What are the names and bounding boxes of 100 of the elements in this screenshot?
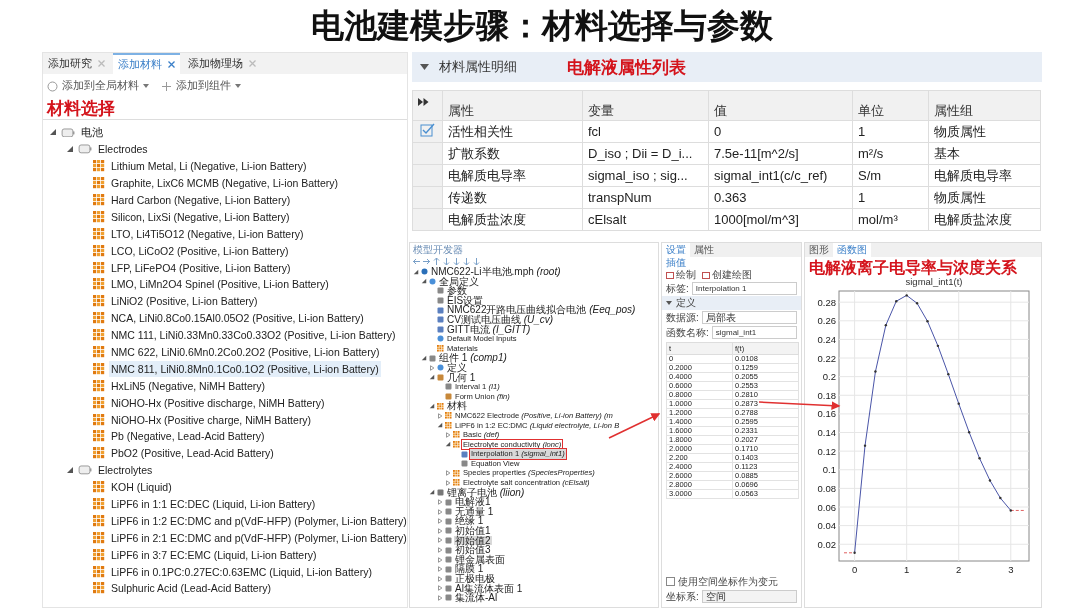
expanded-arrow-icon[interactable] (66, 466, 74, 475)
dropdown[interactable]: 空间 (701, 590, 797, 603)
tree-item[interactable]: NMC 111, LiNi0.33Mn0.33Co0.33O2 (Positive, Li-ion Battery) (109, 327, 398, 344)
tree-item[interactable]: HxLiN5 (Negative, NiMH Battery) (109, 377, 268, 394)
dropdown[interactable]: 局部表 (701, 311, 797, 324)
toolbar-icon[interactable] (453, 258, 460, 265)
tab[interactable]: 添加材料 (113, 53, 180, 74)
tab[interactable]: 函数图 (833, 243, 871, 257)
tree-item[interactable]: 初始值1 (454, 526, 492, 536)
tree-item[interactable]: 初始值2 (454, 535, 492, 546)
tree-item[interactable]: 电解液1 (454, 497, 492, 507)
toolbar-icon[interactable] (423, 258, 430, 265)
section-header[interactable]: 材料属性明细 电解液属性列表 (412, 52, 1042, 82)
y-tick-label: 0.02 (817, 538, 836, 550)
tree-item[interactable]: Electrodes (96, 141, 150, 158)
collapse-arrow-icon[interactable] (420, 63, 429, 71)
toolbar-icon[interactable] (413, 258, 420, 265)
tree-item[interactable]: Lithium Metal, Li (Negative, Li-ion Battery) (109, 158, 309, 175)
y-tick-label: 0.06 (817, 501, 836, 513)
tree-item[interactable]: Hard Carbon (Negative, Li-ion Battery) (109, 192, 293, 208)
tree-item[interactable]: LiPF6 in 0.1PC:0.27EC:0.63EMC (Liquid, Li-ion Battery) (109, 563, 374, 580)
expanded-arrow-icon[interactable] (429, 374, 435, 381)
toolbar-button[interactable]: 创建绘图 (702, 268, 752, 282)
toolbar-icon[interactable] (463, 258, 470, 265)
close-icon[interactable] (98, 60, 105, 67)
data-point (947, 372, 950, 376)
tree-item[interactable]: 全局定义 (438, 276, 480, 287)
tree-item[interactable]: CV测试电压曲线 (U_cv) (446, 314, 555, 325)
toolbar-icon[interactable] (443, 258, 450, 265)
tree-item[interactable]: NiOHO-Hx (Positive discharge, NiMH Battery) (109, 394, 327, 411)
tree-item[interactable]: LiPF6 in 1:1 EC:DEC (Liquid, Li-ion Battery) (109, 496, 318, 513)
tree-item[interactable]: Graphite, LixC6 MCMB (Negative, Li-ion Battery) (109, 175, 340, 192)
tree-item[interactable]: LTO, Li4Ti5O12 (Negative, Li-ion Battery) (109, 225, 306, 242)
expanded-arrow-icon[interactable] (429, 489, 435, 496)
close-icon[interactable] (168, 61, 175, 68)
tree-item[interactable]: 集流体-Al (454, 593, 499, 603)
material-icon (93, 498, 105, 511)
checkbox-icon[interactable] (420, 123, 435, 137)
tab[interactable]: 设置 (662, 243, 690, 257)
data-point (863, 444, 867, 447)
tree-item[interactable]: NCA, LiNi0.8Co0.15Al0.05O2 (Positive, Li-ion Battery) (109, 310, 366, 327)
toolbar-button[interactable]: 添加到组件 (161, 79, 241, 93)
toolbar-button[interactable]: 添加到全局材料 (47, 79, 149, 93)
tree-item[interactable]: 参数 (446, 286, 468, 296)
toolbar-icon[interactable] (473, 258, 480, 265)
expand-all-icon[interactable] (418, 98, 429, 106)
annotation: 电解液属性列表 (567, 56, 686, 79)
tree-item[interactable]: Al集流体表面 1 (454, 583, 524, 594)
tree-item[interactable]: LCO, LiCoO2 (Positive, Li-ion Battery) (109, 242, 291, 259)
tree-item[interactable]: 绝缘 1 (454, 516, 485, 527)
tree-item[interactable]: 锂金属表面 (454, 554, 506, 565)
tree-item[interactable]: GITT电流 (I_GITT) (446, 324, 532, 335)
checkbox[interactable] (666, 577, 675, 586)
tree-item[interactable]: PbO2 (Positive, Lead-Acid Battery) (109, 445, 276, 462)
tree-item[interactable]: 几何 1 (446, 372, 477, 383)
tree-item[interactable]: 正极电极 (454, 574, 496, 584)
tree-item[interactable]: Electrolytes (96, 462, 155, 479)
tree-item[interactable]: 材料 (446, 401, 468, 411)
tree-item[interactable]: NMC 622, LiNi0.6Mn0.2Co0.2O2 (Positive, Li-ion Battery) (109, 344, 382, 360)
tree-item[interactable]: 组件 1 (comp1) (438, 353, 508, 363)
tree-item[interactable]: KOH (Liquid) (109, 479, 174, 496)
tree-item[interactable]: 隔膜 1 (454, 564, 485, 574)
tree-item[interactable]: NMC 811, LiNi0.8Mn0.1Co0.1O2 (Positive, Li-ion Battery) (109, 360, 381, 377)
expanded-arrow-icon[interactable] (421, 355, 427, 362)
tree-item[interactable]: Pb (Negative, Lead-Acid Battery) (109, 428, 267, 445)
tree-item[interactable]: 定义 (446, 362, 468, 373)
tree-item[interactable]: LiPF6 in 3:7 EC:EMC (Liquid, Li-ion Battery) (109, 546, 319, 563)
tree-item[interactable]: Silicon, LixSi (Negative, Li-ion Battery) (109, 208, 292, 225)
tree-item[interactable]: LMO, LiMn2O4 Spinel (Positive, Li-ion Battery) (109, 276, 331, 293)
tree-item[interactable]: 锂离子电池 (liion) (446, 487, 526, 498)
material-icon (93, 177, 105, 190)
battery-folder-icon (61, 127, 75, 138)
node-icon (445, 498, 452, 506)
toolbar-icon[interactable] (433, 258, 440, 265)
tree-item[interactable]: LFP, LiFePO4 (Positive, Li-ion Battery) (109, 259, 293, 276)
tree-item[interactable]: 电池 (79, 124, 105, 141)
expanded-arrow-icon[interactable] (429, 403, 435, 410)
expanded-arrow-icon[interactable] (437, 422, 443, 429)
dropdown-caret-icon (235, 83, 241, 89)
close-icon[interactable] (249, 60, 256, 67)
tree-item[interactable]: Sulphuric Acid (Lead-Acid Battery) (109, 580, 273, 597)
label-field[interactable]: Interpolation 1 (691, 282, 797, 295)
tree-item[interactable]: LiPF6 in 1:2 EC:DMC and p(VdF-HFP) (Polymer, Li-ion Battery) (109, 512, 409, 529)
tree-item[interactable]: 初始值3 (454, 545, 492, 555)
tree-item[interactable]: LiNiO2 (Positive, Li-ion Battery) (109, 293, 260, 310)
tree-item[interactable]: NMC622-Li半电池.mph (root) (430, 267, 562, 277)
y-tick-label: 0.12 (817, 445, 836, 457)
tree-item[interactable]: LiPF6 in 2:1 EC:DMC and p(VdF-HFP) (Polymer, Li-ion Battery) (109, 529, 409, 546)
table-cell: 0 (708, 120, 853, 143)
collapse-arrow-icon[interactable] (666, 300, 672, 306)
tree-item[interactable]: NMC622开路电压曲线拟合电池 (Eeq_pos) (446, 305, 637, 315)
tree-item[interactable]: 无通量 1 (454, 506, 495, 517)
toolbar-button[interactable]: 绘制 (666, 268, 696, 282)
function-name-field[interactable]: sigmal_int1 (711, 326, 797, 339)
data-point (957, 402, 960, 405)
tree-item[interactable]: NiOHO-Hx (Positive charge, NiMH Battery) (109, 411, 314, 428)
section-header[interactable]: 定义 (662, 296, 801, 310)
expanded-arrow-icon[interactable] (445, 441, 451, 448)
tree-item[interactable]: EIS设置 (446, 295, 485, 306)
field-label: 坐标系: (666, 589, 699, 604)
